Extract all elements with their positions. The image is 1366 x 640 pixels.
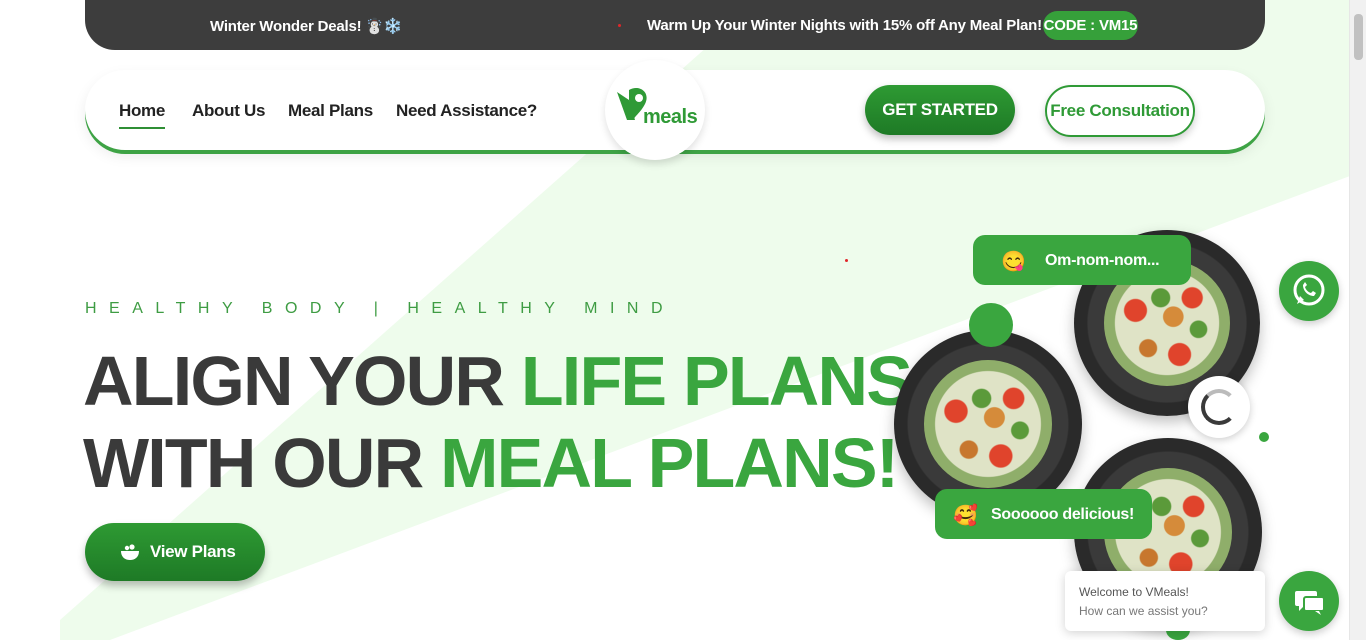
decorative-green-circle xyxy=(969,303,1013,347)
chat-open-button[interactable] xyxy=(1279,571,1339,631)
promo-separator-dot xyxy=(618,24,621,27)
view-plans-label: View Plans xyxy=(150,542,236,561)
chat-bubble-icon xyxy=(1295,591,1325,615)
headline-line-1-green: LIFE PLANS xyxy=(520,342,913,420)
promo-right-text: Warm Up Your Winter Nights with 15% off … xyxy=(647,17,1042,34)
page-scrollbar[interactable] xyxy=(1349,0,1366,640)
decorative-dot xyxy=(845,259,848,262)
get-started-button[interactable]: GET STARTED xyxy=(865,85,1015,135)
om-nom-text: Om-nom-nom... xyxy=(1045,252,1160,269)
om-nom-bubble: 😋 Om-nom-nom... xyxy=(973,235,1191,285)
decorative-green-dot xyxy=(1259,432,1269,442)
vmeals-logo[interactable]: meals xyxy=(605,60,705,160)
promo-bar: Winter Wonder Deals! ☃️❄️ Warm Up Your W… xyxy=(85,0,1265,50)
salad-food xyxy=(924,360,1052,488)
hero-headline: ALIGN YOUR LIFE PLANS WITH OUR MEAL PLAN… xyxy=(83,340,913,504)
love-emoji-icon: 🥰 xyxy=(953,505,978,527)
free-consultation-button[interactable]: Free Consultation xyxy=(1045,85,1195,137)
whatsapp-icon xyxy=(1293,274,1325,306)
yum-emoji-icon: 😋 xyxy=(1001,251,1026,273)
salad-bowl-icon xyxy=(121,544,139,560)
whatsapp-button[interactable] xyxy=(1279,261,1339,321)
headline-line-2-green: MEAL PLANS! xyxy=(440,424,899,502)
nav-need-assistance[interactable]: Need Assistance? xyxy=(396,101,537,121)
loading-ring-icon xyxy=(1188,376,1250,438)
headline-line-1-dark: ALIGN YOUR xyxy=(83,342,521,420)
headline-line-2-dark: WITH OUR xyxy=(83,424,441,502)
nav-about-us[interactable]: About Us xyxy=(192,101,265,121)
nav-home[interactable]: Home xyxy=(119,101,165,129)
hero-tagline: HEALTHY BODY | HEALTHY MIND xyxy=(85,300,676,317)
chat-assist-text: How can we assist you? xyxy=(1079,604,1208,618)
logo-wordmark: meals xyxy=(643,106,698,128)
headline-line-1: ALIGN YOUR LIFE PLANS xyxy=(83,340,913,422)
scrollbar-thumb[interactable] xyxy=(1354,14,1363,60)
chat-welcome-text: Welcome to VMeals! xyxy=(1079,585,1189,599)
nav-meal-plans[interactable]: Meal Plans xyxy=(288,101,373,121)
promo-code-badge: CODE : VM15 xyxy=(1043,11,1138,40)
chat-welcome-popup[interactable]: Welcome to VMeals! How can we assist you… xyxy=(1065,571,1265,631)
headline-line-2: WITH OUR MEAL PLANS! xyxy=(83,422,911,504)
delicious-text: Soooooo delicious! xyxy=(991,506,1135,523)
view-plans-button[interactable]: View Plans xyxy=(85,523,265,581)
promo-left-text: Winter Wonder Deals! ☃️❄️ xyxy=(210,18,403,35)
delicious-bubble: 🥰 Soooooo delicious! xyxy=(935,489,1152,539)
